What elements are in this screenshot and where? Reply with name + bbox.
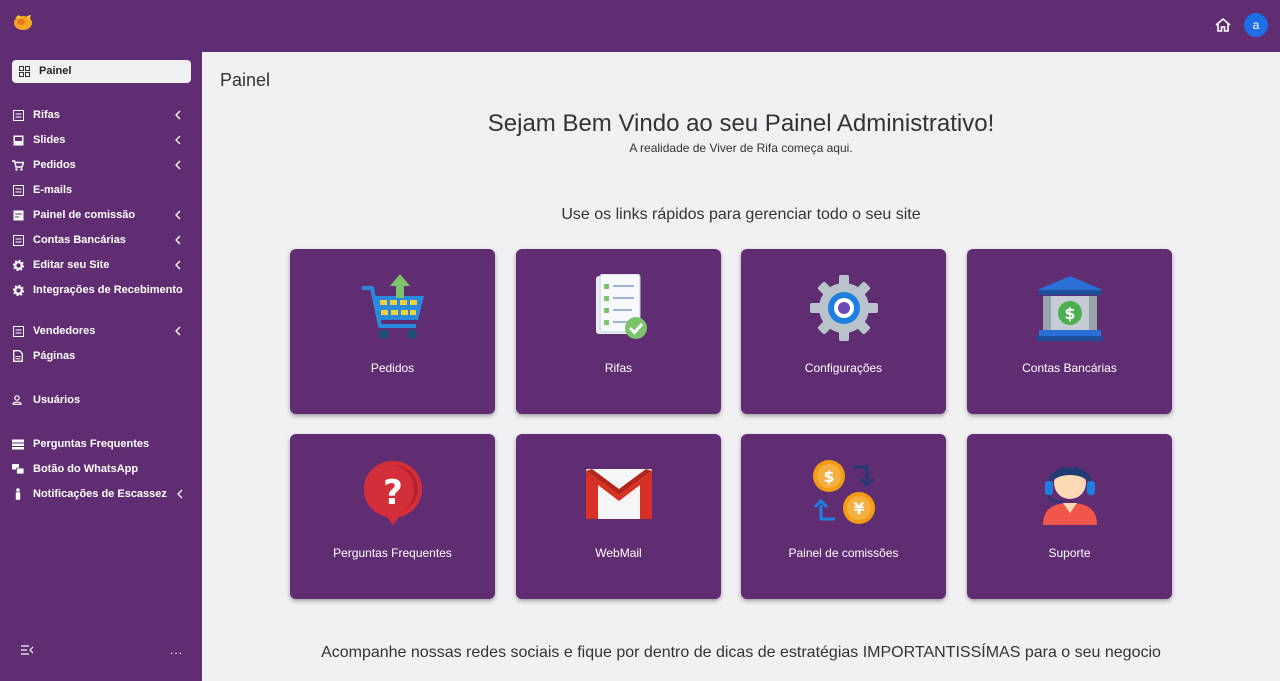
gear-icon [12,284,24,296]
card-label: Rifas [604,361,633,375]
page-title: Painel [220,70,271,90]
sidebar-item-label: Páginas [33,350,76,362]
list-icon [12,234,24,246]
sidebar-item-label: Integrações de Recebimento [33,284,183,296]
quick-link-suporte[interactable]: Suporte [967,434,1172,599]
quick-link-webmail[interactable]: WebMail [516,434,721,599]
person-icon [12,488,24,500]
sidebar: Painel Rifas Slides Pedidos E-mails Pain… [0,52,202,681]
checklist-icon [596,274,647,339]
card-label: Configurações [804,361,883,375]
gmail-icon [586,469,652,519]
home-icon[interactable] [1214,16,1232,34]
sidebar-item-label: Notificações de Escassez [33,488,167,500]
cart-icon [12,159,24,171]
sidebar-item-painel-comissao[interactable]: Painel de comissão [12,208,192,223]
chevron-left-icon [177,489,183,499]
list-icon [12,109,24,121]
doc-icon [12,209,24,221]
quick-link-contas-bancarias[interactable]: $ Contas Bancárias [967,249,1172,414]
welcome-subtitle: A realidade de Viver de Rifa começa aqui… [629,141,853,155]
support-agent-icon [1043,467,1097,525]
shopping-cart-icon [362,274,424,339]
chevron-left-icon [175,110,181,120]
faq-icon [12,438,24,450]
sidebar-item-label: Editar seu Site [33,259,110,271]
svg-text:$: $ [823,467,834,486]
sidebar-item-emails[interactable]: E-mails [12,183,192,198]
sidebar-item-label: Rifas [33,109,60,121]
list-icon [12,184,24,196]
sidebar-item-painel[interactable]: Painel [12,60,191,83]
sidebar-item-notificacoes-escassez[interactable]: Notificações de Escassez [12,487,192,502]
more-options-icon[interactable]: ... [170,644,183,656]
svg-text:$: $ [1064,304,1075,323]
sidebar-item-label: Pedidos [33,159,76,171]
sidebar-item-editar-site[interactable]: Editar seu Site [12,258,192,273]
sidebar-item-usuarios[interactable]: Usuários [12,393,192,408]
gear-icon [12,259,24,271]
social-media-text: Acompanhe nossas redes sociais e fique p… [321,644,1161,661]
question-icon: ? [364,461,422,525]
quick-links-title: Use os links rápidos para gerenciar todo… [561,206,921,223]
svg-text:¥: ¥ [853,499,864,518]
sidebar-item-label: Painel de comissão [33,209,136,221]
sidebar-item-integracoes[interactable]: Integrações de Recebimento [12,283,192,298]
sidebar-item-contas-bancarias[interactable]: Contas Bancárias [12,233,192,248]
user-avatar[interactable]: a [1244,13,1268,37]
sidebar-item-label: Perguntas Frequentes [33,438,150,450]
chevron-left-icon [175,160,181,170]
settings-gear-icon [810,275,878,341]
sidebar-item-pedidos[interactable]: Pedidos [12,158,192,173]
sidebar-item-label: Slides [33,134,66,146]
coins-exchange-icon: $ ¥ [813,460,875,524]
grid-icon [18,65,30,77]
sidebar-item-label: Painel [39,65,72,77]
chevron-left-icon [175,235,181,245]
card-label: WebMail [595,546,642,560]
card-label: Perguntas Frequentes [333,546,452,560]
sidebar-item-rifas[interactable]: Rifas [12,108,192,123]
quick-link-perguntas-frequentes[interactable]: ? Perguntas Frequentes [290,434,495,599]
card-label: Painel de comissões [788,546,899,560]
card-label: Contas Bancárias [1022,361,1117,375]
chevron-left-icon [175,210,181,220]
slides-icon [12,134,24,146]
chevron-left-icon [175,260,181,270]
sidebar-item-paginas[interactable]: Páginas [12,349,192,364]
page-icon [12,350,24,362]
sidebar-item-label: Contas Bancárias [33,234,126,246]
quick-link-pedidos[interactable]: Pedidos [290,249,495,414]
logo-icon [14,15,32,30]
list-icon [12,325,24,337]
sidebar-item-label: Usuários [33,394,81,406]
collapse-sidebar-icon[interactable] [20,644,34,656]
quick-link-rifas[interactable]: Rifas [516,249,721,414]
chat-icon [12,463,24,475]
sidebar-item-slides[interactable]: Slides [12,133,192,148]
welcome-heading: Sejam Bem Vindo ao seu Painel Administra… [487,110,995,137]
chevron-left-icon [175,135,181,145]
sidebar-item-vendedores[interactable]: Vendedores [12,324,192,339]
quick-link-configuracoes[interactable]: Configurações [741,249,946,414]
card-label: Suporte [1048,546,1091,560]
sidebar-item-botao-whatsapp[interactable]: Botão do WhatsApp [12,462,192,477]
top-bar: a [0,0,1280,52]
sidebar-item-perguntas-frequentes[interactable]: Perguntas Frequentes [12,437,192,452]
chevron-left-icon [175,326,181,336]
quick-link-painel-comissoes[interactable]: $ ¥ Painel de comissões [741,434,946,599]
card-label: Pedidos [370,361,415,375]
bank-icon: $ [1037,276,1103,341]
sidebar-item-label: Botão do WhatsApp [33,463,139,475]
users-icon [12,394,24,406]
sidebar-item-label: E-mails [33,184,73,196]
svg-text:?: ? [383,473,403,513]
sidebar-item-label: Vendedores [33,325,96,337]
